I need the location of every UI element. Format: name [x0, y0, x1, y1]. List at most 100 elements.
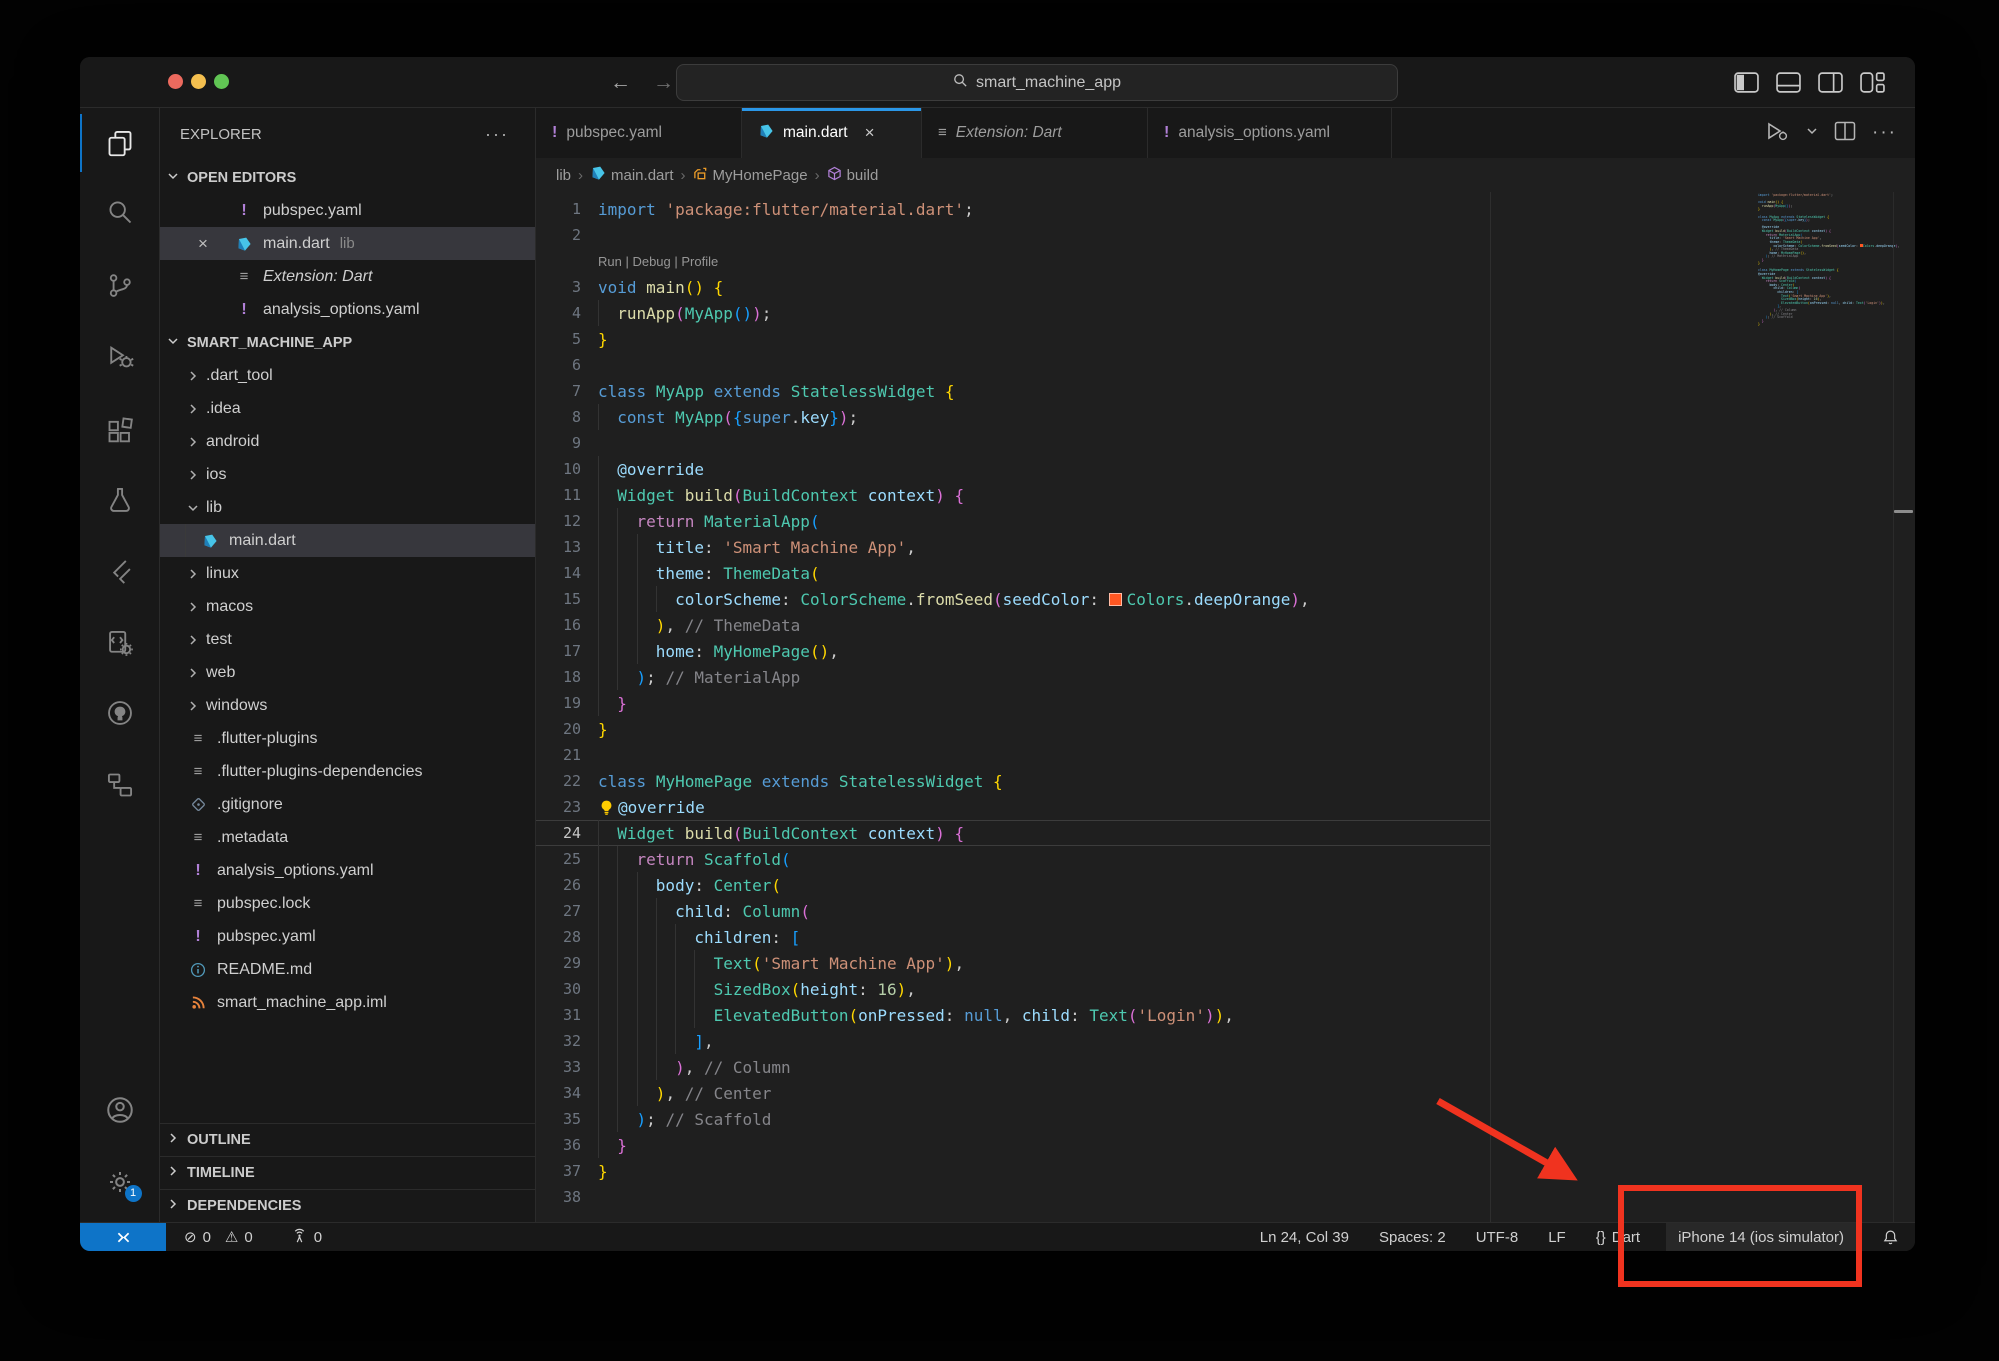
tree-item-label: pubspec.lock	[217, 895, 310, 913]
breadcrumb-item[interactable]: lib	[556, 167, 571, 184]
indent-guide	[617, 534, 618, 560]
go-back-icon[interactable]: ←	[610, 71, 631, 95]
line-number: 3	[536, 278, 598, 296]
activity-github-icon[interactable]	[80, 684, 160, 742]
indent-guide	[675, 950, 676, 976]
indent-guide	[598, 1054, 599, 1080]
indent-guide	[637, 950, 638, 976]
tree-item[interactable]: windows	[160, 689, 535, 722]
tab-pubspec-yaml[interactable]: !pubspec.yaml	[536, 108, 742, 158]
breadcrumb-item[interactable]: main.dart	[590, 165, 674, 185]
close-editor-icon[interactable]: ×	[198, 234, 232, 254]
tree-item[interactable]: ≡.metadata	[160, 821, 535, 854]
explorer-more-actions-icon[interactable]: ···	[485, 108, 509, 161]
open-editor-item[interactable]: !pubspec.yaml	[160, 194, 535, 227]
tree-item[interactable]: ≡.flutter-plugins-dependencies	[160, 755, 535, 788]
eol-status[interactable]: LF	[1544, 1223, 1570, 1252]
tree-item[interactable]: README.md	[160, 953, 535, 986]
open-editor-label: pubspec.yaml	[263, 202, 362, 220]
activity-remote-explorer-icon[interactable]	[80, 756, 160, 814]
indent-guide	[598, 872, 599, 898]
tree-item[interactable]: main.dart	[160, 524, 535, 557]
tree-item[interactable]: .dart_tool	[160, 359, 535, 392]
toggle-primary-sidebar-icon[interactable]	[1734, 72, 1759, 93]
dart-icon	[232, 236, 256, 252]
line-number: 32	[536, 1032, 598, 1050]
customize-layout-icon[interactable]	[1860, 72, 1885, 93]
chevron-right-icon	[186, 666, 206, 680]
tree-item[interactable]: lib	[160, 491, 535, 524]
more-actions-icon[interactable]: ···	[1872, 122, 1897, 144]
tree-item[interactable]: .idea	[160, 392, 535, 425]
tab-label: main.dart	[783, 124, 848, 142]
minimap[interactable]: import 'package:flutter/material.dart';v…	[1758, 194, 1890, 331]
ports-status[interactable]: 0	[287, 1223, 326, 1252]
breadcrumb-item[interactable]: build	[827, 166, 879, 185]
tree-item[interactable]: ≡.flutter-plugins	[160, 722, 535, 755]
line-number: 34	[536, 1084, 598, 1102]
section-project[interactable]: SMART_MACHINE_APP	[160, 326, 535, 359]
open-editor-item[interactable]: ≡Extension: Dart	[160, 260, 535, 293]
activity-files-icon[interactable]	[80, 114, 160, 172]
close-tab-icon[interactable]: ×	[865, 123, 875, 143]
code-text: Widget build(BuildContext context) {	[598, 486, 964, 505]
notifications-bell-icon[interactable]	[1878, 1223, 1903, 1252]
chevron-down-icon[interactable]	[1806, 124, 1818, 142]
remote-indicator[interactable]	[80, 1223, 166, 1252]
activity-source-control-icon[interactable]	[80, 256, 160, 314]
tree-item[interactable]: !pubspec.yaml	[160, 920, 535, 953]
open-editor-item[interactable]: ×main.dartlib	[160, 227, 535, 260]
tree-item[interactable]: smart_machine_app.iml	[160, 986, 535, 1019]
line-number: 7	[536, 382, 598, 400]
device-selector-status[interactable]: iPhone 14 (ios simulator)	[1666, 1223, 1856, 1252]
run-or-debug-icon[interactable]	[1764, 120, 1790, 147]
activity-bar: 1	[80, 108, 160, 1222]
toggle-panel-icon[interactable]	[1776, 72, 1801, 93]
toggle-secondary-sidebar-icon[interactable]	[1818, 72, 1843, 93]
lightbulb-icon[interactable]	[598, 799, 615, 816]
codelens-run-debug-profile[interactable]: Run | Debug | Profile	[598, 254, 718, 269]
activity-account-icon[interactable]	[80, 1081, 160, 1139]
activity-extensions-icon[interactable]	[80, 401, 160, 459]
activity-settings-gear-icon[interactable]: 1	[80, 1153, 160, 1211]
code-line: 1import 'package:flutter/material.dart';	[536, 196, 1915, 222]
tree-item[interactable]: test	[160, 623, 535, 656]
encoding-status[interactable]: UTF-8	[1472, 1223, 1523, 1252]
activity-search-icon[interactable]	[80, 183, 160, 241]
section-open-editors[interactable]: OPEN EDITORS	[160, 161, 535, 194]
tree-item[interactable]: ios	[160, 458, 535, 491]
tree-item[interactable]: linux	[160, 557, 535, 590]
close-window-button[interactable]	[168, 74, 183, 89]
tree-item[interactable]: .gitignore	[160, 788, 535, 821]
indentation-status[interactable]: Spaces: 2	[1375, 1223, 1450, 1252]
minimize-window-button[interactable]	[191, 74, 206, 89]
breadcrumb-item[interactable]: MyHomePage	[693, 166, 808, 185]
tree-item-label: pubspec.yaml	[217, 928, 316, 946]
cursor-position-status[interactable]: Ln 24, Col 39	[1256, 1223, 1353, 1252]
tree-item[interactable]: ≡pubspec.lock	[160, 887, 535, 920]
tree-item[interactable]: !analysis_options.yaml	[160, 854, 535, 887]
tree-item[interactable]: web	[160, 656, 535, 689]
activity-run-and-debug-icon[interactable]	[80, 328, 160, 386]
language-mode-status[interactable]: {} Dart	[1592, 1223, 1644, 1252]
activity-file-settings-icon[interactable]	[80, 614, 160, 672]
section-dependencies[interactable]: DEPENDENCIES	[160, 1189, 535, 1222]
activity-testing-icon[interactable]	[80, 471, 160, 529]
tree-item[interactable]: macos	[160, 590, 535, 623]
code-editor[interactable]: 1import 'package:flutter/material.dart';…	[536, 192, 1915, 1222]
problems-status[interactable]: ⊘ 0 ⚠ 0	[180, 1223, 257, 1252]
zoom-window-button[interactable]	[214, 74, 229, 89]
command-center-search[interactable]: smart_machine_app	[676, 64, 1398, 101]
open-editor-item[interactable]: !analysis_options.yaml	[160, 293, 535, 326]
tab-extension-dart[interactable]: ≡Extension: Dart	[922, 108, 1148, 158]
code-line: 2	[536, 222, 1915, 248]
go-forward-icon[interactable]: →	[653, 71, 674, 95]
section-timeline[interactable]: TIMELINE	[160, 1156, 535, 1189]
list-icon: ≡	[186, 763, 210, 780]
tree-item[interactable]: android	[160, 425, 535, 458]
tab-main-dart[interactable]: main.dart ×	[742, 108, 922, 158]
split-editor-icon[interactable]	[1834, 121, 1856, 146]
section-outline[interactable]: OUTLINE	[160, 1123, 535, 1156]
activity-flutter-icon[interactable]	[80, 543, 160, 601]
tab-analysis-options-yaml[interactable]: !analysis_options.yaml	[1148, 108, 1392, 158]
